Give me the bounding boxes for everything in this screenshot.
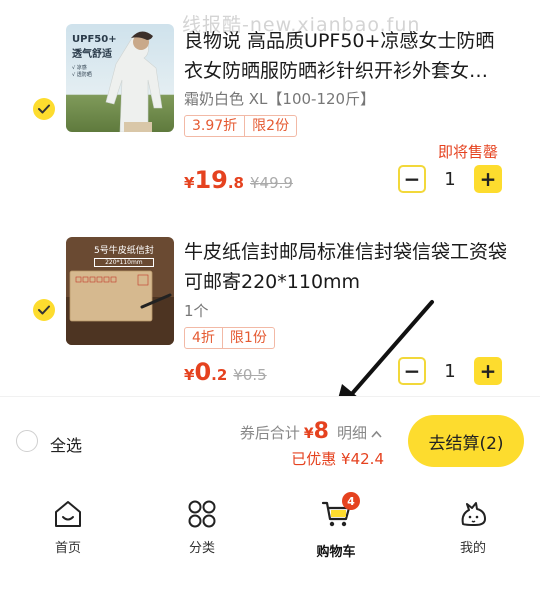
thumb-text: √ 凉感	[72, 65, 87, 71]
original-price: ¥0.5	[233, 366, 267, 384]
tab-home[interactable]: 首页	[28, 498, 108, 556]
tab-label: 分类	[188, 541, 215, 556]
tab-profile[interactable]: 我的	[433, 498, 513, 556]
discount-amount: 已优惠 ¥42.4	[291, 450, 384, 468]
increase-button[interactable]: +	[474, 357, 502, 385]
product-spec[interactable]: 霜奶白色 XL【100-120斤】	[184, 88, 375, 109]
thumb-text: √ 透防晒	[72, 72, 92, 78]
total-currency: ¥	[303, 426, 314, 442]
limit-tag: 限1份	[221, 328, 274, 348]
product-title[interactable]: 良物说 高品质UPF50+凉感女士防晒衣女防晒服防晒衫针织开衫外套女…	[184, 26, 508, 86]
bottom-tabbar: 首页 分类 4 购物车 我的	[0, 488, 540, 596]
decrease-button[interactable]: −	[398, 165, 426, 193]
item-checkbox[interactable]	[33, 299, 55, 321]
quantity-stepper[interactable]: − 1 +	[398, 165, 502, 193]
thumb-text: 透气舒适	[72, 49, 112, 60]
thumb-text: 220*110mm	[94, 258, 154, 267]
home-icon	[55, 501, 81, 527]
check-icon	[38, 104, 50, 114]
price-integer: 0	[194, 358, 212, 386]
product-spec[interactable]: 1个	[184, 300, 209, 321]
promo-tags: 4折 限1份	[184, 327, 275, 349]
select-all-checkbox[interactable]	[16, 430, 38, 452]
discount-tag: 4折	[192, 330, 215, 346]
select-all-label[interactable]: 全选	[50, 432, 82, 456]
price-currency: ¥	[184, 174, 195, 192]
cart-badge: 4	[342, 492, 360, 510]
discount-tag: 3.97折	[192, 118, 238, 134]
category-icon	[188, 500, 216, 528]
thumb-text: 5号牛皮纸信封	[94, 246, 154, 256]
tab-cart[interactable]: 4 购物车	[296, 492, 376, 560]
cart-item[interactable]: 5号牛皮纸信封 220*110mm 牛皮纸信封邮局标准信封袋信袋工资袋可邮寄22…	[0, 212, 540, 412]
check-icon	[38, 305, 50, 315]
chevron-up-icon[interactable]	[371, 427, 382, 441]
price-decimal: .2	[211, 366, 228, 384]
tab-label: 购物车	[316, 545, 356, 560]
tab-label: 首页	[54, 541, 81, 556]
item-checkbox[interactable]	[33, 98, 55, 120]
price-currency: ¥	[184, 366, 195, 384]
checkout-button[interactable]: 去结算(2)	[408, 415, 524, 467]
total-summary: 券后合计 ¥ 8 明细	[240, 419, 382, 444]
profile-icon	[461, 502, 486, 526]
limit-tag: 限2份	[244, 116, 296, 136]
cart-item[interactable]: UPF50+ 透气舒适 √ 凉感 √ 透防晒 良物说 高品质UPF50+凉感女士…	[0, 0, 540, 200]
product-title[interactable]: 牛皮纸信封邮局标准信封袋信袋工资袋可邮寄220*110mm	[184, 237, 508, 297]
thumb-text: UPF50+	[72, 34, 117, 45]
increase-button[interactable]: +	[474, 165, 502, 193]
product-image[interactable]: UPF50+ 透气舒适 √ 凉感 √ 透防晒	[66, 24, 174, 132]
quantity-value[interactable]: 1	[426, 169, 474, 190]
price-integer: 19	[194, 166, 228, 194]
total-label: 券后合计	[239, 424, 300, 442]
tab-category[interactable]: 分类	[162, 498, 242, 556]
product-price: ¥19.8 ¥49.9	[184, 166, 293, 194]
checkout-bar: 全选 券后合计 ¥ 8 明细 已优惠 ¥42.4 去结算(2)	[0, 396, 540, 486]
promo-tags: 3.97折 限2份	[184, 115, 298, 137]
product-image[interactable]: 5号牛皮纸信封 220*110mm	[66, 237, 174, 345]
price-decimal: .8	[227, 174, 244, 192]
detail-link[interactable]: 明细	[337, 422, 367, 443]
tab-label: 我的	[459, 541, 486, 556]
total-amount: 8	[313, 419, 329, 444]
product-price: ¥0.2 ¥0.5	[184, 358, 267, 386]
stock-status: 即将售罄	[437, 143, 498, 161]
original-price: ¥49.9	[249, 174, 293, 192]
